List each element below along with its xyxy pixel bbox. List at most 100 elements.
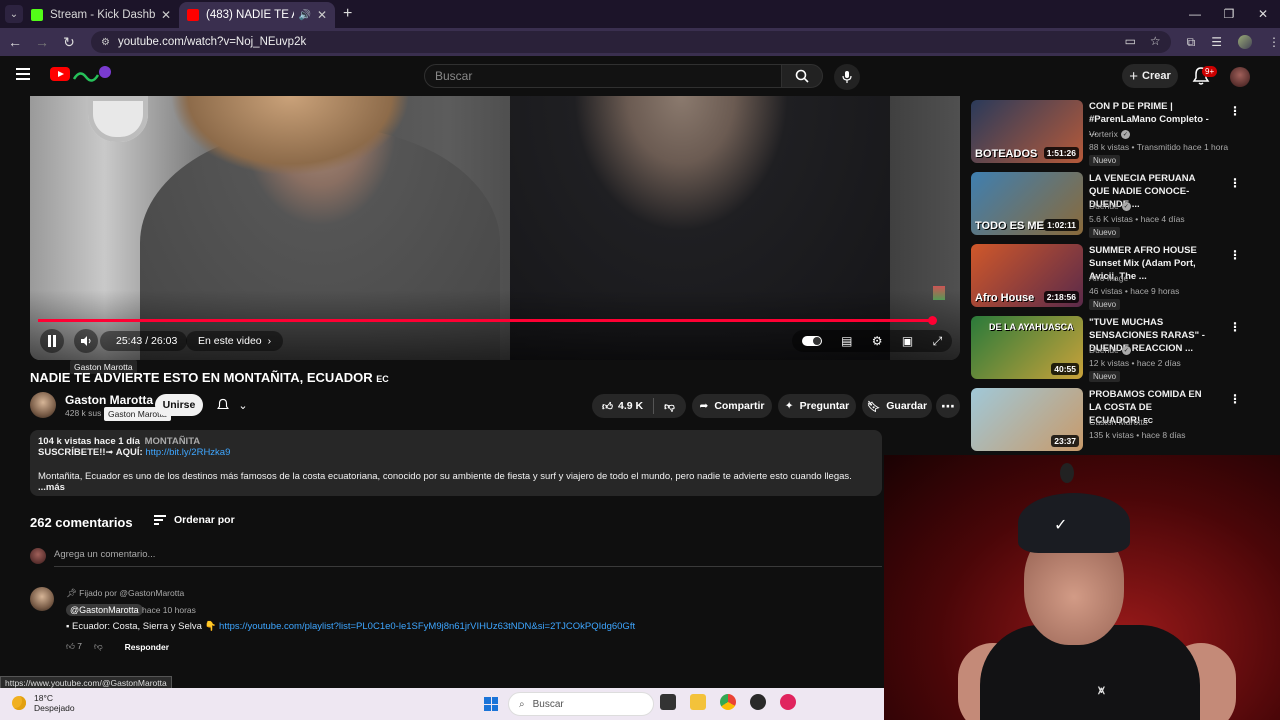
tab-search-button[interactable]: ⌄: [5, 5, 23, 23]
channel-avatar[interactable]: [30, 392, 56, 418]
obs-icon[interactable]: [750, 694, 766, 710]
video-thumbnail[interactable]: BOTEADOS 1:51:26: [971, 100, 1083, 163]
taskbar-search[interactable]: ⌕ Buscar: [508, 692, 654, 716]
account-avatar[interactable]: [1230, 67, 1250, 87]
more-vertical-icon[interactable]: ⋮: [1229, 248, 1241, 262]
close-window-icon[interactable]: ✕: [1246, 7, 1280, 21]
more-actions-button[interactable]: ⋯: [936, 394, 960, 418]
video-thumbnail[interactable]: TODO ES ME 1:02:11: [971, 172, 1083, 235]
description-box[interactable]: 104 k vistas hace 1 día MONTAÑITA SUSCRÍ…: [30, 430, 882, 496]
recommended-channel[interactable]: Duende ✓: [1089, 201, 1131, 211]
fullscreen-icon[interactable]: ⤢: [933, 334, 943, 349]
search-button[interactable]: [781, 64, 823, 88]
voice-search-button[interactable]: [834, 64, 860, 90]
task-view-icon[interactable]: [660, 694, 676, 710]
comment-author-avatar[interactable]: [30, 587, 54, 611]
miniplayer-icon[interactable]: ▣: [902, 334, 913, 348]
search-input[interactable]: Buscar: [424, 64, 782, 88]
recommended-video[interactable]: BOTEADOS 1:51:26 CON P DE PRIME | #ParenLa…: [971, 100, 1241, 166]
create-button[interactable]: + Crear: [1122, 64, 1178, 88]
cast-icon[interactable]: ▭: [1125, 34, 1136, 48]
progress-bar[interactable]: [38, 319, 932, 322]
join-button[interactable]: Unirse: [155, 394, 203, 416]
comment-like-button[interactable]: 👍︎ 7: [66, 641, 82, 652]
reading-list-icon[interactable]: ☰: [1211, 35, 1222, 49]
more-vertical-icon[interactable]: ⋮: [1229, 320, 1241, 334]
recommended-channel[interactable]: Afro Mage: [1089, 273, 1128, 283]
close-icon[interactable]: ✕: [161, 8, 171, 22]
doodle-logo-icon[interactable]: [72, 65, 112, 83]
new-tab-button[interactable]: +: [343, 5, 352, 23]
file-explorer-icon[interactable]: [690, 694, 706, 710]
pause-button[interactable]: [40, 329, 64, 353]
recommended-meta: 135 k vistas • hace 8 días: [1089, 430, 1186, 440]
restore-icon[interactable]: ❐: [1212, 7, 1246, 21]
volume-button[interactable]: [74, 329, 98, 353]
comment-dislike-button[interactable]: 👎︎: [94, 641, 103, 652]
chapters-button[interactable]: En este video ›: [186, 331, 284, 351]
browser-menu-icon[interactable]: ⋮: [1268, 35, 1280, 49]
recommended-channel-name: Afro Mage: [1089, 273, 1129, 283]
address-bar[interactable]: ⚙ youtube.com/watch?v=Noj_NEuvp2k ▭ ☆: [91, 31, 1171, 53]
reload-icon[interactable]: ↻: [57, 34, 81, 51]
settings-gear-icon[interactable]: ⚙: [872, 334, 883, 348]
tab-youtube-video[interactable]: (483) NADIE TE ADVIERTE E 🔊 ✕: [179, 2, 335, 28]
recommended-channel[interactable]: Gaston Marotta: [1089, 417, 1148, 427]
sort-label: Ordenar por: [174, 514, 235, 526]
comment-author[interactable]: @GastonMarotta: [66, 604, 143, 616]
more-vertical-icon[interactable]: ⋮: [1229, 176, 1241, 190]
like-button[interactable]: 👍︎ 4.9 K: [592, 394, 653, 418]
comment-time[interactable]: hace 10 horas: [142, 605, 196, 615]
minimize-icon[interactable]: —: [1178, 7, 1212, 21]
close-icon[interactable]: ✕: [317, 8, 327, 22]
show-more-link[interactable]: ...más: [38, 482, 65, 493]
weather-widget[interactable]: 18°C Despejado: [12, 693, 75, 713]
forward-icon[interactable]: →: [30, 34, 54, 50]
more-vertical-icon[interactable]: ⋮: [1229, 392, 1241, 406]
tab-kick-dashboard[interactable]: Stream - Kick Dashboard ✕: [23, 2, 179, 28]
subscribe-link[interactable]: http://bit.ly/2RHzka9: [145, 447, 230, 458]
youtube-logo-icon[interactable]: [50, 67, 70, 81]
scrubber-handle[interactable]: [928, 316, 937, 325]
video-thumbnail[interactable]: 23:37: [971, 388, 1083, 451]
description-body: Montañita, Ecuador es uno de los destino…: [38, 471, 852, 482]
subtitles-icon[interactable]: ▤: [841, 334, 852, 348]
windows-start-icon[interactable]: [484, 697, 498, 711]
create-label: Crear: [1142, 70, 1171, 82]
location-tag[interactable]: MONTAÑITA: [145, 436, 201, 447]
save-button[interactable]: 🔖︎ Guardar: [862, 394, 932, 418]
back-icon[interactable]: ←: [3, 34, 27, 50]
comment-like-count: 7: [77, 641, 82, 651]
more-vertical-icon[interactable]: ⋮: [1229, 104, 1241, 118]
duration-badge: 2:18:56: [1043, 291, 1079, 303]
add-comment-input[interactable]: Agrega un comentario...: [54, 549, 155, 560]
profile-avatar[interactable]: [1238, 35, 1253, 49]
hamburger-menu-icon[interactable]: [16, 68, 30, 80]
chrome-icon[interactable]: [720, 694, 736, 710]
extensions-icon[interactable]: ⧉: [1187, 35, 1196, 50]
recommended-video[interactable]: DE LA AYAHUASCA 40:55 "TUVE MUCHAS SENSACI…: [971, 316, 1241, 382]
taskbar-search-label: Buscar: [532, 698, 564, 710]
subscription-bell-button[interactable]: ⌄: [208, 394, 256, 416]
comment-link[interactable]: https://youtube.com/playlist?list=PL0C1e…: [219, 621, 635, 632]
video-thumbnail[interactable]: DE LA AYAHUASCA 40:55: [971, 316, 1083, 379]
channel-watermark[interactable]: [933, 286, 945, 300]
sort-comments-button[interactable]: Ordenar por: [154, 514, 235, 526]
video-thumbnail[interactable]: Afro House 2:18:56: [971, 244, 1083, 307]
recommended-channel[interactable]: Duende ✓: [1089, 345, 1131, 355]
speaker-icon[interactable]: 🔊: [298, 10, 310, 21]
autoplay-toggle[interactable]: [801, 336, 822, 346]
channel-name[interactable]: Gaston Marotta: [65, 393, 153, 407]
dislike-button[interactable]: 👎︎: [654, 394, 685, 418]
chevron-down-icon: ⌄: [238, 399, 248, 412]
site-info-icon[interactable]: ⚙: [101, 37, 110, 48]
ask-button[interactable]: ✦ Preguntar: [778, 394, 856, 418]
reply-button[interactable]: Responder: [125, 642, 169, 652]
recommended-video[interactable]: 23:37 PROBAMOS COMIDA EN LA COSTA DE ECUA…: [971, 388, 1241, 454]
bookmark-star-icon[interactable]: ☆: [1150, 34, 1161, 48]
recommended-video[interactable]: TODO ES ME 1:02:11 LA VENECIA PERUANA QUE …: [971, 172, 1241, 238]
share-button[interactable]: ➦ Compartir: [692, 394, 772, 418]
recommended-video[interactable]: Afro House 2:18:56 SUMMER AFRO HOUSE Sunse…: [971, 244, 1241, 310]
recommended-channel[interactable]: Vorterix ✓: [1089, 129, 1130, 139]
media-player-icon[interactable]: [780, 694, 796, 710]
